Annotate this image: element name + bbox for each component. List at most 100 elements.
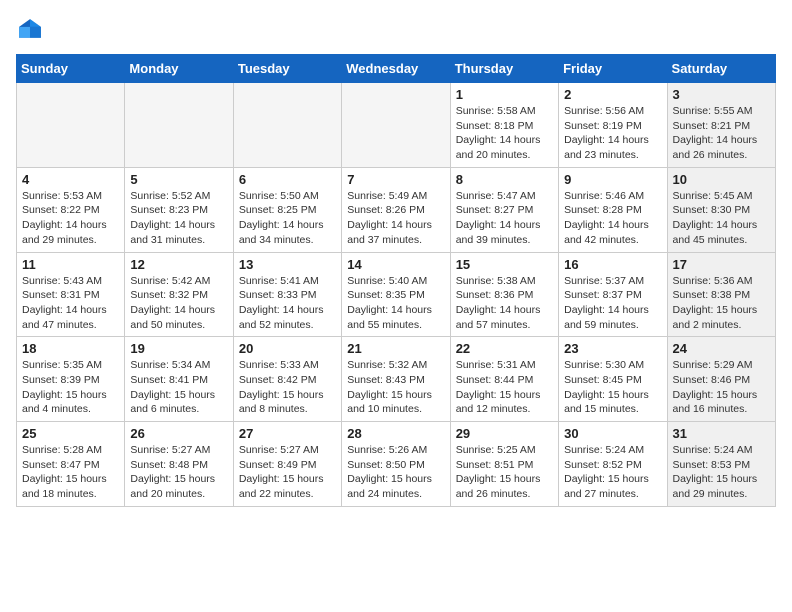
page-header — [16, 16, 776, 44]
day-number: 9 — [564, 172, 661, 187]
calendar-cell: 6 Sunrise: 5:50 AM Sunset: 8:25 PM Daylig… — [233, 167, 341, 252]
calendar-week-row: 18Sunrise: 5:35 AM Sunset: 8:39 PM Dayli… — [17, 337, 776, 422]
calendar-cell: 16Sunrise: 5:37 AM Sunset: 8:37 PM Dayli… — [559, 252, 667, 337]
day-number: 15 — [456, 257, 553, 272]
calendar-cell: 29 Sunrise: 5:25 AM Sunset: 8:51 PM Dayli… — [450, 422, 558, 507]
calendar-cell: 25Sunrise: 5:28 AM Sunset: 8:47 PM Dayli… — [17, 422, 125, 507]
day-number: 8 — [456, 172, 553, 187]
calendar-cell: 27 Sunrise: 5:27 AM Sunset: 8:49 PM Dayli… — [233, 422, 341, 507]
day-number: 1 — [456, 87, 553, 102]
calendar-cell: 1 Sunrise: 5:58 AM Sunset: 8:18 PM Daylig… — [450, 83, 558, 168]
calendar-cell: 3 Sunrise: 5:55 AM Sunset: 8:21 PM Daylig… — [667, 83, 775, 168]
calendar-week-row: 4 Sunrise: 5:53 AM Sunset: 8:22 PM Daylig… — [17, 167, 776, 252]
day-info: Sunrise: 5:26 AM Sunset: 8:50 PM Dayligh… — [347, 443, 444, 502]
calendar-cell — [342, 83, 450, 168]
day-info: Sunrise: 5:42 AM Sunset: 8:32 PM Dayligh… — [130, 274, 227, 333]
day-info: Sunrise: 5:43 AM Sunset: 8:31 PM Dayligh… — [22, 274, 119, 333]
day-info: Sunrise: 5:47 AM Sunset: 8:27 PM Dayligh… — [456, 189, 553, 248]
day-number: 3 — [673, 87, 770, 102]
calendar-cell: 22 Sunrise: 5:31 AM Sunset: 8:44 PM Dayli… — [450, 337, 558, 422]
calendar-cell — [17, 83, 125, 168]
calendar-cell: 9 Sunrise: 5:46 AM Sunset: 8:28 PM Daylig… — [559, 167, 667, 252]
day-number: 25 — [22, 426, 119, 441]
day-info: Sunrise: 5:27 AM Sunset: 8:49 PM Dayligh… — [239, 443, 336, 502]
column-header-wednesday: Wednesday — [342, 55, 450, 83]
day-info: Sunrise: 5:50 AM Sunset: 8:25 PM Dayligh… — [239, 189, 336, 248]
calendar-cell: 28 Sunrise: 5:26 AM Sunset: 8:50 PM Dayli… — [342, 422, 450, 507]
calendar-cell: 4 Sunrise: 5:53 AM Sunset: 8:22 PM Daylig… — [17, 167, 125, 252]
calendar-cell: 11Sunrise: 5:43 AM Sunset: 8:31 PM Dayli… — [17, 252, 125, 337]
day-number: 10 — [673, 172, 770, 187]
calendar-cell — [233, 83, 341, 168]
logo-icon — [16, 16, 44, 44]
day-info: Sunrise: 5:52 AM Sunset: 8:23 PM Dayligh… — [130, 189, 227, 248]
day-info: Sunrise: 5:24 AM Sunset: 8:52 PM Dayligh… — [564, 443, 661, 502]
day-number: 19 — [130, 341, 227, 356]
calendar-cell: 20 Sunrise: 5:33 AM Sunset: 8:42 PM Dayli… — [233, 337, 341, 422]
day-info: Sunrise: 5:46 AM Sunset: 8:28 PM Dayligh… — [564, 189, 661, 248]
day-number: 31 — [673, 426, 770, 441]
calendar-cell: 10Sunrise: 5:45 AM Sunset: 8:30 PM Dayli… — [667, 167, 775, 252]
column-header-friday: Friday — [559, 55, 667, 83]
day-info: Sunrise: 5:25 AM Sunset: 8:51 PM Dayligh… — [456, 443, 553, 502]
column-header-monday: Monday — [125, 55, 233, 83]
day-info: Sunrise: 5:30 AM Sunset: 8:45 PM Dayligh… — [564, 358, 661, 417]
calendar-cell: 15Sunrise: 5:38 AM Sunset: 8:36 PM Dayli… — [450, 252, 558, 337]
column-header-sunday: Sunday — [17, 55, 125, 83]
calendar-week-row: 11Sunrise: 5:43 AM Sunset: 8:31 PM Dayli… — [17, 252, 776, 337]
day-number: 24 — [673, 341, 770, 356]
calendar-week-row: 1 Sunrise: 5:58 AM Sunset: 8:18 PM Daylig… — [17, 83, 776, 168]
day-number: 7 — [347, 172, 444, 187]
calendar-cell: 30 Sunrise: 5:24 AM Sunset: 8:52 PM Dayli… — [559, 422, 667, 507]
day-info: Sunrise: 5:27 AM Sunset: 8:48 PM Dayligh… — [130, 443, 227, 502]
calendar-header-row: SundayMondayTuesdayWednesdayThursdayFrid… — [17, 55, 776, 83]
day-number: 22 — [456, 341, 553, 356]
day-info: Sunrise: 5:29 AM Sunset: 8:46 PM Dayligh… — [673, 358, 770, 417]
calendar-table: SundayMondayTuesdayWednesdayThursdayFrid… — [16, 54, 776, 507]
calendar-cell: 31 Sunrise: 5:24 AM Sunset: 8:53 PM Dayli… — [667, 422, 775, 507]
calendar-cell: 17Sunrise: 5:36 AM Sunset: 8:38 PM Dayli… — [667, 252, 775, 337]
calendar-cell: 18Sunrise: 5:35 AM Sunset: 8:39 PM Dayli… — [17, 337, 125, 422]
day-info: Sunrise: 5:34 AM Sunset: 8:41 PM Dayligh… — [130, 358, 227, 417]
column-header-tuesday: Tuesday — [233, 55, 341, 83]
calendar-cell: 24 Sunrise: 5:29 AM Sunset: 8:46 PM Dayli… — [667, 337, 775, 422]
calendar-cell: 23 Sunrise: 5:30 AM Sunset: 8:45 PM Dayli… — [559, 337, 667, 422]
day-info: Sunrise: 5:33 AM Sunset: 8:42 PM Dayligh… — [239, 358, 336, 417]
day-number: 17 — [673, 257, 770, 272]
day-number: 16 — [564, 257, 661, 272]
calendar-cell — [125, 83, 233, 168]
day-info: Sunrise: 5:55 AM Sunset: 8:21 PM Dayligh… — [673, 104, 770, 163]
day-info: Sunrise: 5:40 AM Sunset: 8:35 PM Dayligh… — [347, 274, 444, 333]
day-number: 12 — [130, 257, 227, 272]
day-info: Sunrise: 5:58 AM Sunset: 8:18 PM Dayligh… — [456, 104, 553, 163]
calendar-week-row: 25Sunrise: 5:28 AM Sunset: 8:47 PM Dayli… — [17, 422, 776, 507]
day-number: 30 — [564, 426, 661, 441]
calendar-cell: 7 Sunrise: 5:49 AM Sunset: 8:26 PM Daylig… — [342, 167, 450, 252]
calendar-cell: 21Sunrise: 5:32 AM Sunset: 8:43 PM Dayli… — [342, 337, 450, 422]
day-number: 5 — [130, 172, 227, 187]
day-number: 27 — [239, 426, 336, 441]
day-number: 2 — [564, 87, 661, 102]
day-number: 20 — [239, 341, 336, 356]
calendar-cell: 12 Sunrise: 5:42 AM Sunset: 8:32 PM Dayli… — [125, 252, 233, 337]
calendar-cell: 19 Sunrise: 5:34 AM Sunset: 8:41 PM Dayli… — [125, 337, 233, 422]
calendar-cell: 14Sunrise: 5:40 AM Sunset: 8:35 PM Dayli… — [342, 252, 450, 337]
day-number: 26 — [130, 426, 227, 441]
day-number: 18 — [22, 341, 119, 356]
day-number: 23 — [564, 341, 661, 356]
day-info: Sunrise: 5:24 AM Sunset: 8:53 PM Dayligh… — [673, 443, 770, 502]
day-number: 6 — [239, 172, 336, 187]
day-info: Sunrise: 5:56 AM Sunset: 8:19 PM Dayligh… — [564, 104, 661, 163]
day-info: Sunrise: 5:41 AM Sunset: 8:33 PM Dayligh… — [239, 274, 336, 333]
day-info: Sunrise: 5:49 AM Sunset: 8:26 PM Dayligh… — [347, 189, 444, 248]
calendar-cell: 8 Sunrise: 5:47 AM Sunset: 8:27 PM Daylig… — [450, 167, 558, 252]
day-info: Sunrise: 5:53 AM Sunset: 8:22 PM Dayligh… — [22, 189, 119, 248]
day-info: Sunrise: 5:32 AM Sunset: 8:43 PM Dayligh… — [347, 358, 444, 417]
day-number: 4 — [22, 172, 119, 187]
calendar-cell: 5 Sunrise: 5:52 AM Sunset: 8:23 PM Daylig… — [125, 167, 233, 252]
day-number: 29 — [456, 426, 553, 441]
day-info: Sunrise: 5:31 AM Sunset: 8:44 PM Dayligh… — [456, 358, 553, 417]
day-number: 28 — [347, 426, 444, 441]
calendar-cell: 13 Sunrise: 5:41 AM Sunset: 8:33 PM Dayli… — [233, 252, 341, 337]
day-number: 13 — [239, 257, 336, 272]
